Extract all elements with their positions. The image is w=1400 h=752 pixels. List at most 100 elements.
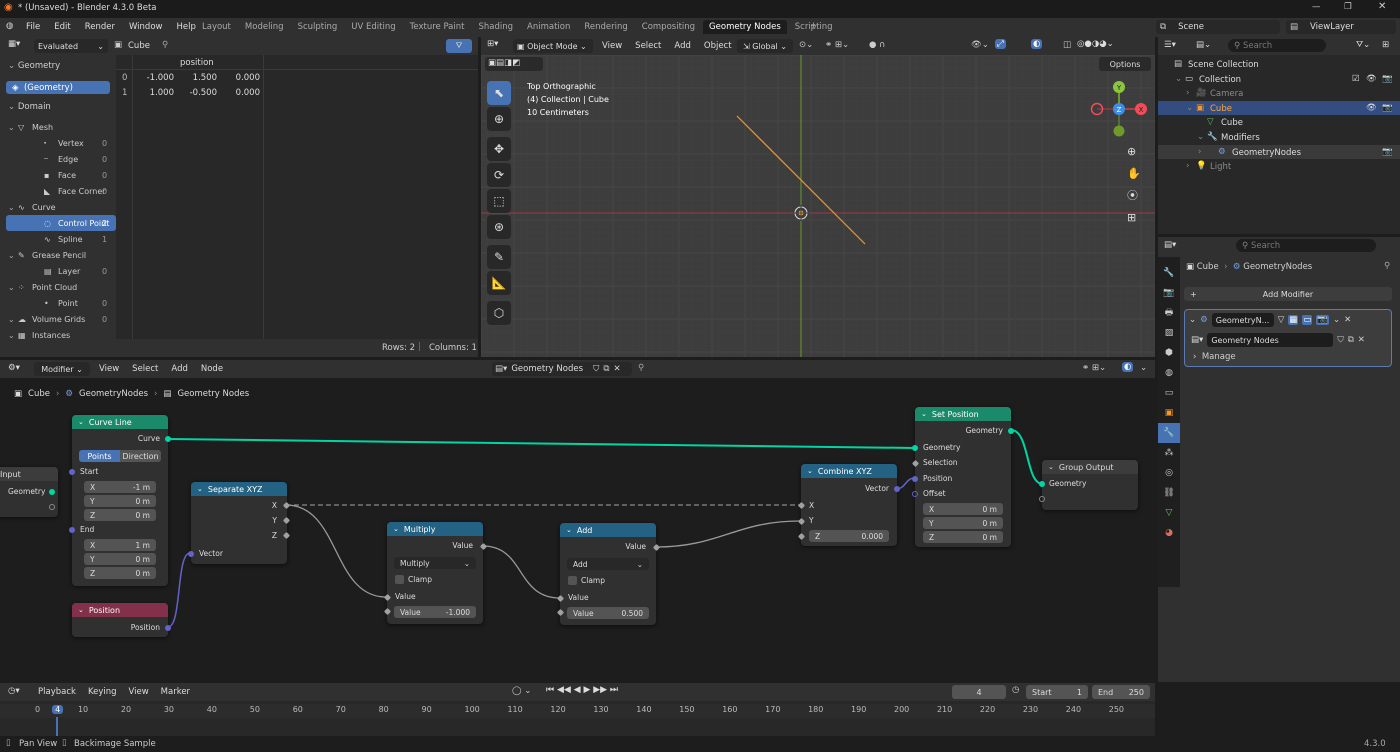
modifier-tab-icon[interactable]: 🔧 [1158,423,1180,443]
evaluated-dropdown[interactable]: Evaluated ⌄ [34,39,108,53]
domain-item-vertex[interactable]: ⬝ Vertex 0 [6,135,116,151]
render-camera-icon[interactable]: 📷 [1382,74,1393,84]
measure-tool-icon[interactable]: 📐 [487,271,511,295]
particles-tab-icon[interactable]: ⁂ [1158,443,1180,463]
value-field[interactable]: Value 0.500 [567,607,649,619]
domain-item-face-corner[interactable]: ◣ Face Corner 0 [6,183,116,199]
expand-chevron-icon[interactable]: ⌄ [8,123,15,132]
menu-window[interactable]: Window [129,22,163,32]
view-layer-tab-icon[interactable]: ▨ [1158,323,1180,343]
object-mode-dropdown[interactable]: ▣ Object Mode ⌄ [513,39,593,53]
render-camera-icon[interactable]: 📷 [1382,147,1393,157]
outliner-item-camera[interactable]: › 🎥 Camera [1158,86,1400,100]
position-output-socket[interactable] [165,625,171,631]
move-tool-icon[interactable]: ✥ [487,137,511,161]
xray-icon[interactable]: ◫ [1063,40,1071,50]
curve-line-node[interactable]: ⌄ Curve Line Curve Points Direction Start… [69,415,171,586]
viewport-toggle-icon[interactable]: ▭ [1302,315,1313,325]
camera-view-icon[interactable]: ⦿ [1127,185,1141,207]
viewlayer-selector[interactable]: ▤ ViewLayer [1286,20,1396,34]
outliner-item-collection[interactable]: ⌄ ▭ Collection 👁 📷 ☑ [1158,72,1400,86]
geometry-input-socket[interactable] [912,445,918,451]
new-collection-icon[interactable]: ⊞ [1382,40,1389,50]
tool-tab-icon[interactable]: 🔧 [1158,263,1180,283]
cursor-tool-icon[interactable]: ⊕ [487,107,511,131]
start-x-field[interactable]: X -1 m [84,481,156,493]
workspace-tab-geometry-nodes[interactable]: Geometry Nodes [703,20,787,34]
add-node[interactable]: ⌄ Add Value Add ⌄ Clamp Value Value 0.500 [556,523,661,625]
domain-item-spline[interactable]: ∿ Spline 1 [6,231,116,247]
collection-tab-icon[interactable]: ▭ [1158,383,1180,403]
add-modifier-button[interactable]: + Add Modifier [1184,287,1392,301]
outliner-item-geometrynodes[interactable]: › ⚙ GeometryNodes 📷 [1158,144,1400,159]
properties-search[interactable]: ⚲ Search [1236,239,1376,252]
end-y-field[interactable]: Y0 m [84,553,156,565]
direction-tab[interactable]: Direction [120,450,161,462]
visibility-eye-icon[interactable]: 👁 [1366,103,1377,113]
viewport-menu-view[interactable]: View [602,41,622,51]
menu-help[interactable]: Help [176,22,195,32]
menu-file[interactable]: File [26,22,40,32]
current-frame-field[interactable]: 4 [952,685,1006,699]
annotate-tool-icon[interactable]: ✎ [487,245,511,269]
manage-subpanel[interactable]: › Manage [1193,352,1236,362]
outliner-item-light[interactable]: › 💡 Light [1158,159,1400,173]
maximize-button[interactable]: ❐ [1344,2,1352,12]
menu-edit[interactable]: Edit [54,22,70,32]
rotate-tool-icon[interactable]: ⟳ [487,163,511,187]
auto-keying-icon[interactable]: ◯ ⌄ [512,686,531,696]
select-tool-icon[interactable]: ⬉ [487,81,511,105]
viewport-menu-select[interactable]: Select [635,41,661,51]
offset-input-socket[interactable] [912,491,918,497]
expand-chevron-icon[interactable]: ⌄ [8,283,15,292]
outliner-search[interactable]: ⚲ Search [1228,39,1326,52]
domain-item-instances[interactable]: ⌄ ▦ Instances [6,327,116,343]
frame-ruler[interactable]: 0 4 10 20 30 40 50 60 70 80 90 100 110 120 130 140 150 16… [0,704,1155,718]
points-tab[interactable]: Points [79,450,120,462]
navigation-gizmo[interactable]: Y X Z [1085,77,1155,147]
group-input-node[interactable]: Input Geometry [0,467,58,517]
editor-type-icon[interactable]: ⊞▾ [487,39,498,49]
data-tab-icon[interactable]: ▽ [1158,503,1180,523]
domain-item-layer[interactable]: ▤ Layer 0 [6,263,116,279]
duplicate-icon[interactable]: ⧉ [1348,335,1354,345]
display-mode-icon[interactable]: ▤⌄ [1196,40,1211,50]
workspace-tab-rendering[interactable]: Rendering [578,20,633,34]
visibility-icon[interactable]: 👁⌄ [971,40,989,50]
editor-type-icon[interactable]: ☰▾ [1164,40,1176,50]
render-toggle-icon[interactable]: 📷 [1316,315,1329,325]
domain-item-grease-pencil[interactable]: ⌄ ✎ Grease Pencil [6,247,116,263]
expand-chevron-icon[interactable]: ⌄ [1175,74,1182,84]
start-y-field[interactable]: Y0 m [84,495,156,507]
expand-chevron-icon[interactable]: ⌄ [8,331,15,340]
pin-icon[interactable]: ⚲ [1384,261,1390,271]
timeline-menu-keying[interactable]: Keying [88,687,117,697]
remove-modifier-icon[interactable]: ✕ [1344,315,1351,325]
position-input-socket[interactable] [912,476,918,482]
viewport-menu-object[interactable]: Object [704,41,732,51]
node-editor[interactable]: ⚙▾ Modifier ⌄ View Select Add Node ▤▾ Geome… [0,360,1155,681]
modifier-name-field[interactable]: GeometryN... [1211,313,1274,327]
geometry-output-socket[interactable] [49,489,55,495]
constraints-tab-icon[interactable]: ⛓ [1158,483,1180,503]
ortho-grid-icon[interactable]: ⊞ [1127,207,1141,229]
geometry-output-socket[interactable] [1008,428,1014,434]
fake-user-icon[interactable]: ⛉ [1337,335,1343,345]
filter-toggle[interactable]: ⛛ [446,39,472,53]
blender-menu-icon[interactable]: ◍ [6,21,13,31]
clamp-checkbox[interactable]: Clamp [568,576,605,585]
vector-input-socket[interactable] [188,551,194,557]
domain-item-point[interactable]: • Point 0 [6,295,116,311]
domain-item-curve[interactable]: ⌄ ∿ Curve [6,199,116,215]
viewport-menu-add[interactable]: Add [674,41,690,51]
options-button[interactable]: Options [1099,57,1151,71]
render-camera-icon[interactable]: 📷 [1382,103,1393,113]
group-output-node[interactable]: ⌄ Group Output Geometry [1039,460,1138,510]
workspace-tab-shading[interactable]: Shading [472,20,519,34]
unlink-icon[interactable]: ✕ [1358,335,1365,345]
value-field[interactable]: Value -1.000 [394,606,476,618]
operation-dropdown[interactable]: Add ⌄ [567,558,649,570]
pan-hand-icon[interactable]: ✋ [1127,163,1141,185]
end-z-field[interactable]: Z0 m [84,567,156,579]
add-workspace-icon[interactable]: + [810,21,817,31]
